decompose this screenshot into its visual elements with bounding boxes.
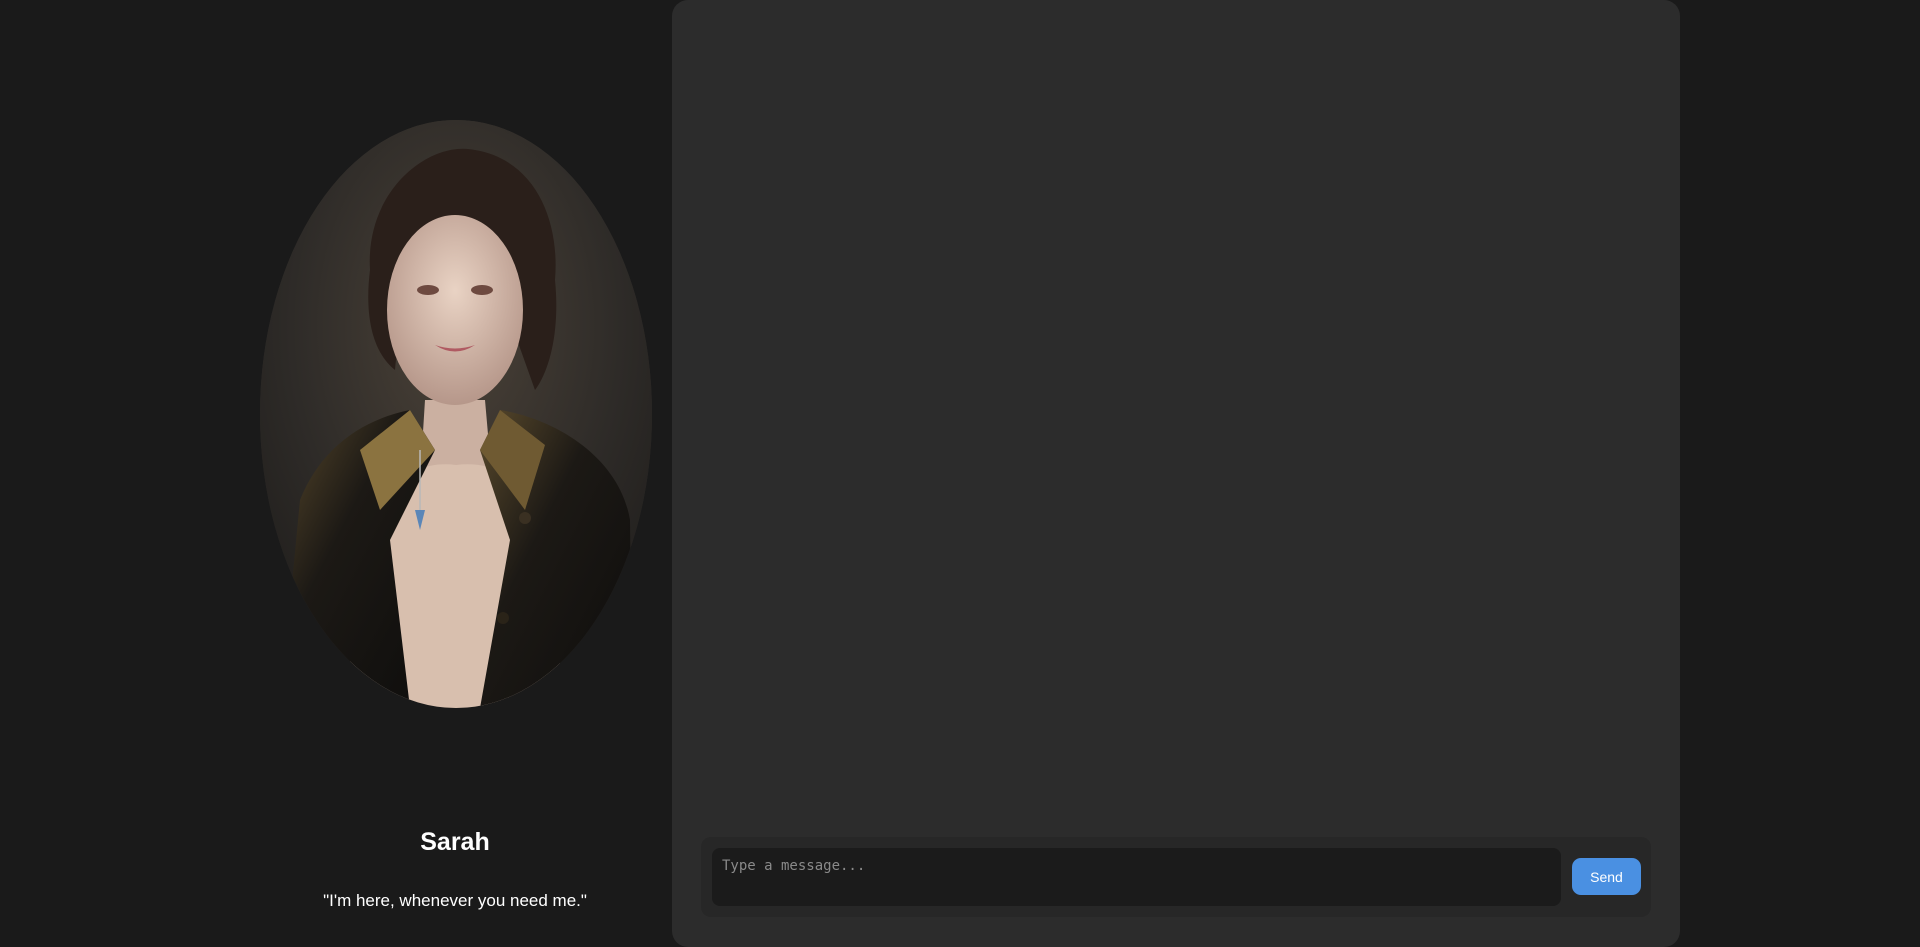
message-input[interactable] (712, 848, 1561, 906)
chat-panel: Send (672, 0, 1680, 947)
character-avatar (260, 120, 652, 708)
character-profile: Sarah "I'm here, whenever you need me." (240, 0, 670, 947)
app-root: Sarah "I'm here, whenever you need me." … (0, 0, 1920, 947)
message-list[interactable] (672, 0, 1680, 837)
character-portrait-image (260, 120, 652, 708)
message-composer: Send (701, 837, 1651, 917)
character-name: Sarah (420, 828, 490, 856)
character-quote: "I'm here, whenever you need me." (323, 891, 587, 910)
send-button[interactable]: Send (1572, 858, 1641, 895)
